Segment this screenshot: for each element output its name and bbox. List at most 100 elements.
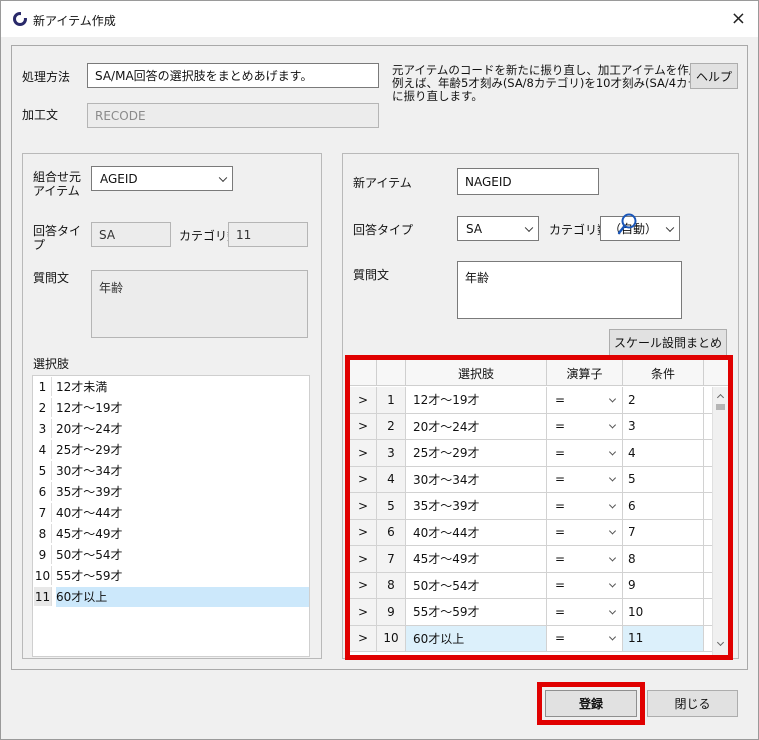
close-button[interactable]: 閉じる bbox=[647, 690, 738, 717]
row-operator-select[interactable]: = bbox=[547, 572, 623, 598]
grid-header-choice: 選択肢 bbox=[406, 360, 547, 386]
choice-list-item[interactable]: 2 12才～19才 bbox=[33, 397, 309, 418]
grid-row[interactable]: >5 35才～39才 = 6 bbox=[350, 493, 712, 520]
row-select-arrow[interactable]: > bbox=[350, 466, 377, 492]
row-condition-cell[interactable]: 11 bbox=[623, 625, 704, 651]
row-select-arrow-text: > bbox=[357, 604, 369, 619]
row-select-arrow[interactable]: > bbox=[350, 519, 377, 545]
scroll-thumb[interactable] bbox=[716, 404, 725, 410]
row-index-text: 8 bbox=[387, 578, 395, 593]
grid-row[interactable]: >6 40才～44才 = 7 bbox=[350, 519, 712, 546]
answer-type-field[interactable]: SA bbox=[91, 222, 171, 247]
row-select-arrow-text: > bbox=[357, 392, 369, 407]
row-choice-cell[interactable]: 30才～34才 bbox=[406, 466, 547, 492]
choice-list-item[interactable]: 6 35才～39才 bbox=[33, 481, 309, 502]
row-select-arrow[interactable]: > bbox=[350, 625, 377, 651]
row-choice-cell[interactable]: 40才～44才 bbox=[406, 519, 547, 545]
scroll-down-icon[interactable] bbox=[716, 638, 725, 647]
grid-row[interactable]: >4 30才～34才 = 5 bbox=[350, 466, 712, 493]
category-count-field[interactable]: 11 bbox=[228, 222, 308, 247]
choice-list-item[interactable]: 4 25才～29才 bbox=[33, 439, 309, 460]
choice-number: 1 bbox=[34, 377, 52, 396]
row-choice-cell[interactable]: 20才～24才 bbox=[406, 413, 547, 439]
row-choice-cell[interactable]: 35才～39才 bbox=[406, 493, 547, 519]
row-operator-select-text: = bbox=[555, 525, 566, 540]
grid-row[interactable]: >1 12才～19才 = 2 bbox=[350, 387, 712, 414]
row-operator-select[interactable]: = bbox=[547, 546, 623, 572]
row-operator-select[interactable]: = bbox=[547, 519, 623, 545]
scale-question-merge-button[interactable]: スケール設問まとめ bbox=[609, 329, 727, 356]
row-operator-select[interactable]: = bbox=[547, 493, 623, 519]
row-choice-cell-text: 12才～19才 bbox=[413, 393, 480, 408]
row-operator-select-text: = bbox=[555, 498, 566, 513]
row-condition-cell[interactable]: 4 bbox=[623, 440, 704, 466]
search-icon[interactable] bbox=[617, 212, 639, 236]
close-window-button[interactable]: × bbox=[731, 8, 746, 29]
choice-list-item[interactable]: 10 55才～59才 bbox=[33, 565, 309, 586]
combo-source-select[interactable]: AGEID bbox=[91, 166, 233, 191]
choice-list-item[interactable]: 7 40才～44才 bbox=[33, 502, 309, 523]
row-index-text: 10 bbox=[383, 631, 399, 646]
row-select-arrow[interactable]: > bbox=[350, 413, 377, 439]
choice-list-item[interactable]: 5 30才～34才 bbox=[33, 460, 309, 481]
scroll-up-icon[interactable] bbox=[716, 393, 725, 402]
row-condition-cell[interactable]: 9 bbox=[623, 572, 704, 598]
row-condition-cell[interactable]: 3 bbox=[623, 413, 704, 439]
target-category-select[interactable]: （自動） bbox=[600, 216, 680, 241]
target-answer-type-select[interactable]: SA bbox=[457, 216, 539, 241]
row-choice-cell[interactable]: 60才以上 bbox=[406, 625, 547, 651]
grid-scrollbar[interactable] bbox=[712, 387, 728, 655]
row-choice-cell[interactable]: 45才～49才 bbox=[406, 546, 547, 572]
row-operator-select[interactable]: = bbox=[547, 413, 623, 439]
choice-list-item[interactable]: 11 60才以上 bbox=[33, 586, 309, 607]
question-field[interactable]: 年齢 bbox=[91, 270, 308, 338]
row-condition-cell[interactable]: 10 bbox=[623, 599, 704, 625]
register-button[interactable]: 登録 bbox=[545, 690, 637, 717]
new-item-field[interactable]: NAGEID bbox=[457, 168, 599, 195]
row-condition-cell[interactable]: 6 bbox=[623, 493, 704, 519]
row-condition-cell[interactable]: 5 bbox=[623, 466, 704, 492]
grid-row[interactable]: >9 55才～59才 = 10 bbox=[350, 599, 712, 626]
choice-number: 4 bbox=[34, 440, 52, 459]
target-question-field[interactable]: 年齢 bbox=[457, 261, 682, 319]
row-select-arrow[interactable]: > bbox=[350, 440, 377, 466]
row-select-arrow[interactable]: > bbox=[350, 387, 377, 413]
row-operator-select[interactable]: = bbox=[547, 599, 623, 625]
row-select-arrow-text: > bbox=[357, 498, 369, 513]
grid-row[interactable]: >10 60才以上 = 11 bbox=[350, 625, 712, 652]
row-choice-cell[interactable]: 25才～29才 bbox=[406, 440, 547, 466]
row-choice-cell-text: 25才～29才 bbox=[413, 446, 480, 461]
grid-row[interactable]: >7 45才～49才 = 8 bbox=[350, 546, 712, 573]
row-operator-select[interactable]: = bbox=[547, 440, 623, 466]
row-choice-cell[interactable]: 50才～54才 bbox=[406, 572, 547, 598]
grid-row[interactable]: >8 50才～54才 = 9 bbox=[350, 572, 712, 599]
help-button[interactable]: ヘルプ bbox=[690, 63, 738, 89]
combo-source-label: 組合せ元 アイテム bbox=[33, 170, 81, 198]
row-condition-cell[interactable]: 8 bbox=[623, 546, 704, 572]
choice-list-item[interactable]: 3 20才～24才 bbox=[33, 418, 309, 439]
method-field[interactable]: SA/MA回答の選択肢をまとめあげます。 bbox=[87, 63, 379, 88]
row-condition-cell[interactable]: 2 bbox=[623, 387, 704, 413]
row-choice-cell[interactable]: 55才～59才 bbox=[406, 599, 547, 625]
choice-number: 8 bbox=[34, 524, 52, 543]
choice-list-item[interactable]: 1 12才未満 bbox=[33, 376, 309, 397]
row-condition-cell-text: 10 bbox=[628, 604, 644, 619]
process-label: 加工文 bbox=[22, 108, 59, 122]
mapping-grid[interactable]: 選択肢 演算子 条件 >1 12才～19才 = 2 >2 20才～24才 = 3 >3 25才～2… bbox=[345, 355, 733, 660]
row-select-arrow[interactable]: > bbox=[350, 546, 377, 572]
row-operator-select[interactable]: = bbox=[547, 466, 623, 492]
combo-source-label-line-1: 組合せ元 bbox=[33, 170, 82, 184]
grid-row[interactable]: >2 20才～24才 = 3 bbox=[350, 413, 712, 440]
row-operator-select[interactable]: = bbox=[547, 625, 623, 651]
row-condition-cell[interactable]: 7 bbox=[623, 519, 704, 545]
process-field[interactable]: RECODE bbox=[87, 103, 379, 128]
row-operator-select[interactable]: = bbox=[547, 387, 623, 413]
row-select-arrow[interactable]: > bbox=[350, 572, 377, 598]
choice-list-item[interactable]: 9 50才～54才 bbox=[33, 544, 309, 565]
choice-list-item[interactable]: 8 45才～49才 bbox=[33, 523, 309, 544]
grid-row[interactable]: >3 25才～29才 = 4 bbox=[350, 440, 712, 467]
row-choice-cell[interactable]: 12才～19才 bbox=[406, 387, 547, 413]
choices-list[interactable]: 1 12才未満 2 12才～19才 3 20才～24才 4 25才～29才 5 30才～34才 6 3… bbox=[32, 375, 310, 657]
row-select-arrow[interactable]: > bbox=[350, 493, 377, 519]
row-select-arrow[interactable]: > bbox=[350, 599, 377, 625]
